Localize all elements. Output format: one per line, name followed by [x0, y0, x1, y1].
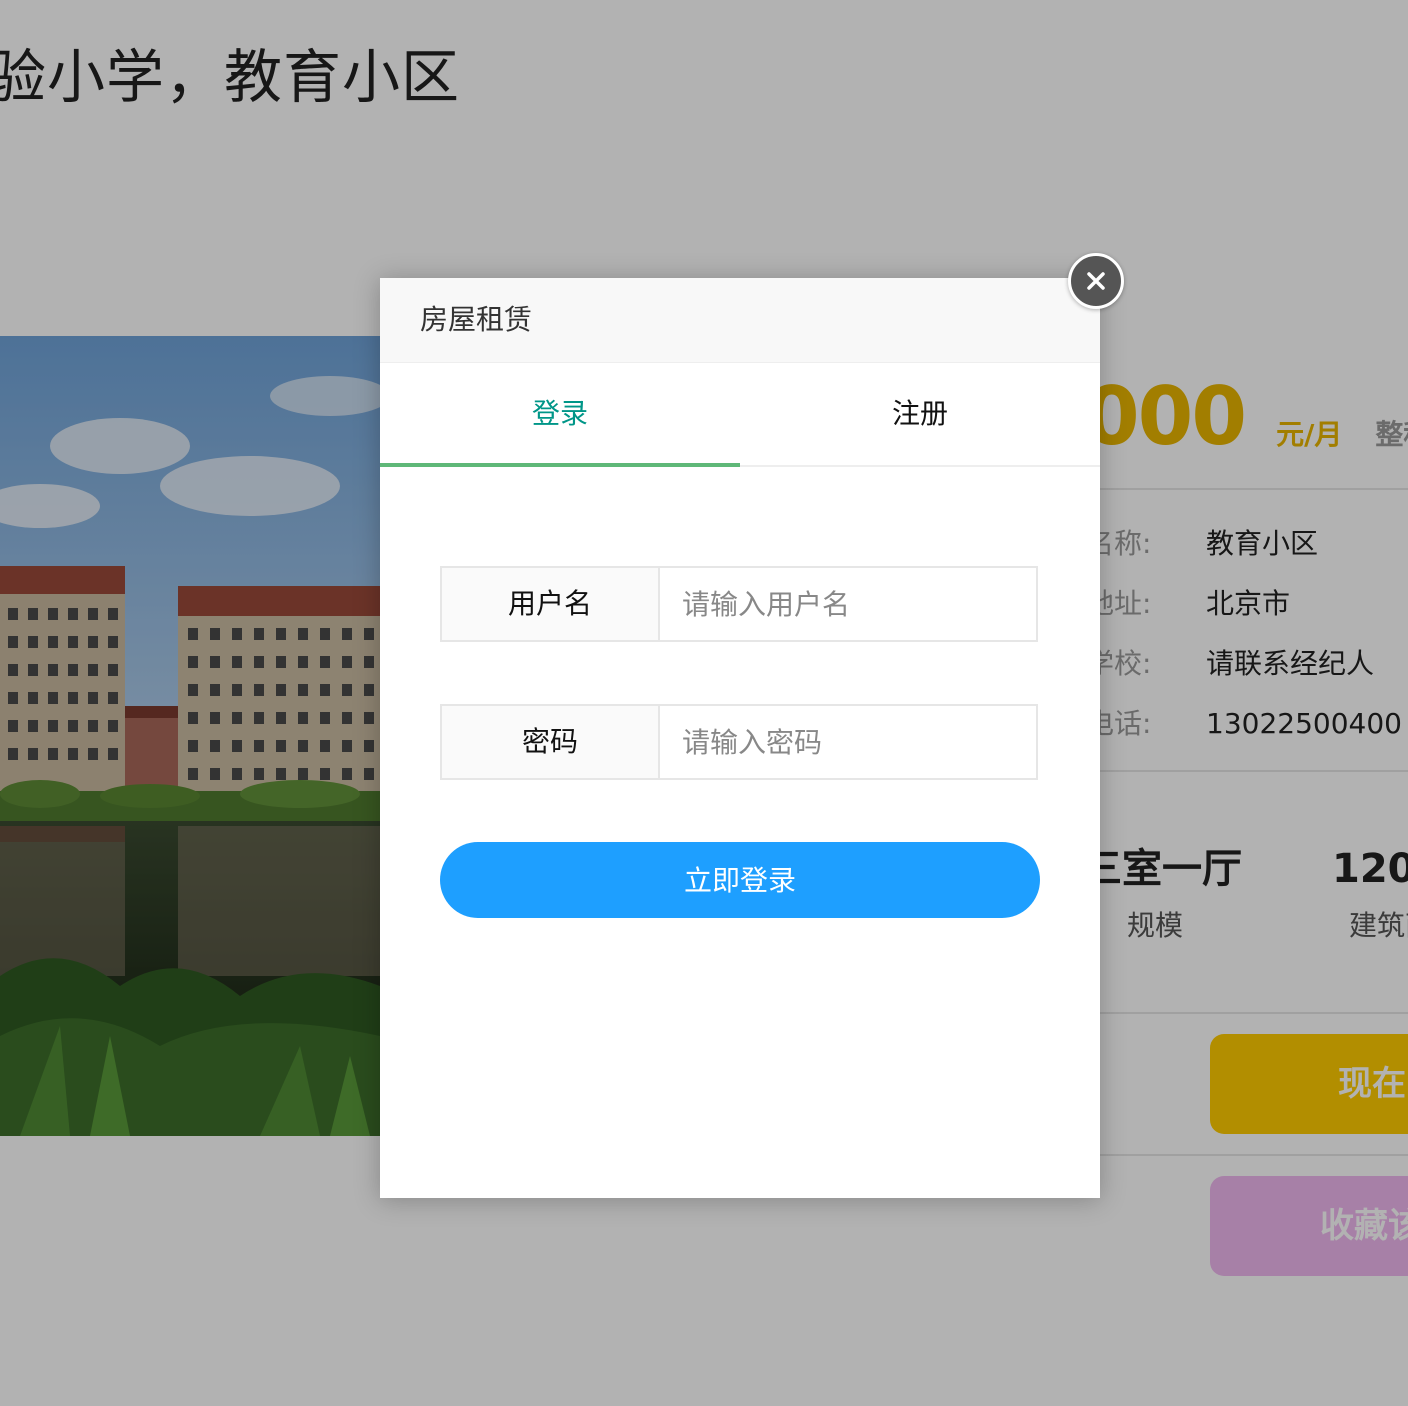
password-row: 密码: [440, 704, 1038, 780]
username-row: 用户名: [440, 566, 1038, 642]
password-input[interactable]: [660, 706, 1036, 778]
modal-close-button[interactable]: [1068, 253, 1124, 309]
modal-title: 房屋租赁: [380, 278, 1100, 363]
tab-register[interactable]: 注册: [740, 363, 1100, 465]
login-submit-button[interactable]: 立即登录: [440, 842, 1040, 918]
tab-login[interactable]: 登录: [380, 363, 740, 467]
auth-tabs: 登录 注册: [380, 363, 1100, 467]
username-input[interactable]: [660, 568, 1036, 640]
username-label: 用户名: [442, 568, 660, 640]
listing-page: 验小学，教育小区 000 元/月 整 名称: 教育小区 地址: 北京市 学校: …: [0, 0, 1408, 1406]
password-label: 密码: [442, 706, 660, 778]
login-modal: 房屋租赁 登录 注册 用户名 密码 立即登录: [380, 278, 1100, 1198]
close-icon: [1087, 272, 1105, 290]
